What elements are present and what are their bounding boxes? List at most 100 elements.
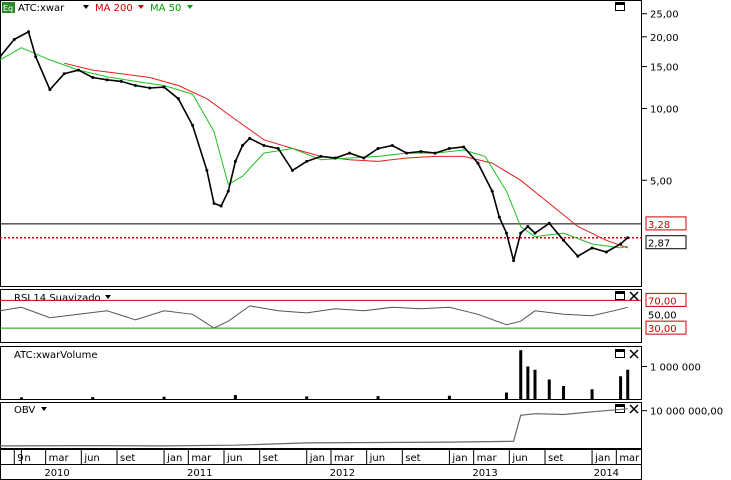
price-point <box>390 143 394 147</box>
price-point <box>319 154 323 158</box>
price-point <box>176 97 180 101</box>
month-label: set <box>548 453 563 464</box>
price-point <box>233 159 237 163</box>
symbol-label[interactable]: ATC:xwar <box>18 3 65 14</box>
volume-bar <box>526 366 530 399</box>
price-point <box>226 189 230 193</box>
price-point <box>76 68 80 72</box>
price-point <box>119 79 123 83</box>
dropdown-arrow-icon[interactable] <box>41 407 47 411</box>
volume-bar <box>91 397 95 399</box>
month-label: jun <box>83 453 99 464</box>
price-point <box>419 150 423 154</box>
volume-bar <box>19 397 23 399</box>
dropdown-arrow-icon[interactable] <box>138 5 144 9</box>
month-label: jan <box>594 453 610 464</box>
month-label: 9 <box>17 453 23 464</box>
month-label: set <box>263 453 278 464</box>
price-point <box>212 201 216 205</box>
price-point <box>162 85 166 89</box>
volume-bar <box>547 379 551 399</box>
month-label: jun <box>511 453 527 464</box>
price-panel-frame <box>0 0 642 287</box>
price-point <box>590 246 594 250</box>
price-point <box>27 30 31 34</box>
price-point <box>348 151 352 155</box>
rsi-axis-label: 50,00 <box>648 310 677 321</box>
price-point <box>504 231 508 235</box>
rsi-title[interactable]: RSI 14 Suavizado <box>14 293 101 304</box>
price-point <box>290 168 294 172</box>
price-point <box>362 156 366 160</box>
rsi-level-label: 70,00 <box>648 296 677 307</box>
obv-title[interactable]: OBV <box>14 405 35 416</box>
volume-bar <box>519 350 523 399</box>
volume-bar <box>504 392 508 399</box>
close-icon[interactable] <box>629 349 639 359</box>
month-label: mar <box>334 453 355 464</box>
price-point <box>91 75 95 79</box>
price-line <box>0 30 629 261</box>
ma200-label[interactable]: MA 200 <box>95 3 133 14</box>
year-label: 2013 <box>472 468 497 479</box>
month-label: set <box>120 453 135 464</box>
price-point <box>12 37 16 41</box>
volume-title[interactable]: ATC:xwarVolume <box>14 350 97 361</box>
ma50-label[interactable]: MA 50 <box>150 3 181 14</box>
price-point <box>405 151 409 155</box>
obv-axis-label: 10 000 000,00 <box>650 407 723 418</box>
volume-bar <box>305 396 309 399</box>
price-point <box>462 145 466 149</box>
month-label: mar <box>619 453 640 464</box>
price-point <box>62 72 66 76</box>
close-icon[interactable] <box>629 404 639 414</box>
price-point <box>519 231 523 235</box>
price-point <box>433 151 437 155</box>
month-label: mar <box>49 453 70 464</box>
price-point <box>562 238 566 242</box>
year-label: 2010 <box>44 468 69 479</box>
ma200-line <box>64 62 628 249</box>
price-axis-label: 25,00 <box>650 10 679 21</box>
dropdown-arrow-icon[interactable] <box>83 5 89 9</box>
volume-bar <box>562 386 566 399</box>
close-icon[interactable] <box>629 291 639 301</box>
rsi-line <box>0 305 628 329</box>
year-label: 2012 <box>330 468 355 479</box>
month-label: mar <box>191 453 212 464</box>
month-label: jun <box>369 453 385 464</box>
price-point <box>497 215 501 219</box>
volume-bar <box>626 369 630 399</box>
price-point <box>219 204 223 208</box>
dropdown-arrow-icon[interactable] <box>105 295 111 299</box>
price-point <box>262 143 266 147</box>
month-label: jan <box>166 453 182 464</box>
price-point <box>191 123 195 127</box>
price-point <box>626 236 630 240</box>
price-axis-label: 5,00 <box>650 176 672 187</box>
obv-panel-frame <box>0 402 642 449</box>
last-price-label: 2,87 <box>648 239 670 250</box>
volume-bar <box>619 376 623 399</box>
dropdown-arrow-icon[interactable] <box>187 5 193 9</box>
price-point <box>305 159 309 163</box>
volume-bar <box>590 389 594 399</box>
rsi-level-label: 30,00 <box>648 324 677 335</box>
price-axis-label: 15,00 <box>650 63 679 74</box>
price-point <box>105 78 109 82</box>
price-axis-label: 20,00 <box>650 33 679 44</box>
price-point <box>447 146 451 150</box>
price-point <box>48 88 52 92</box>
price-point <box>333 156 337 160</box>
price-point <box>376 146 380 150</box>
obv-line <box>0 408 628 447</box>
price-point <box>476 161 480 165</box>
volume-bar <box>162 396 166 399</box>
price-point <box>34 55 38 59</box>
price-point <box>248 136 252 140</box>
month-label: set <box>405 453 420 464</box>
price-point <box>526 224 530 228</box>
volume-bar <box>233 395 237 399</box>
price-point <box>241 143 245 147</box>
volume-bar <box>447 395 451 399</box>
